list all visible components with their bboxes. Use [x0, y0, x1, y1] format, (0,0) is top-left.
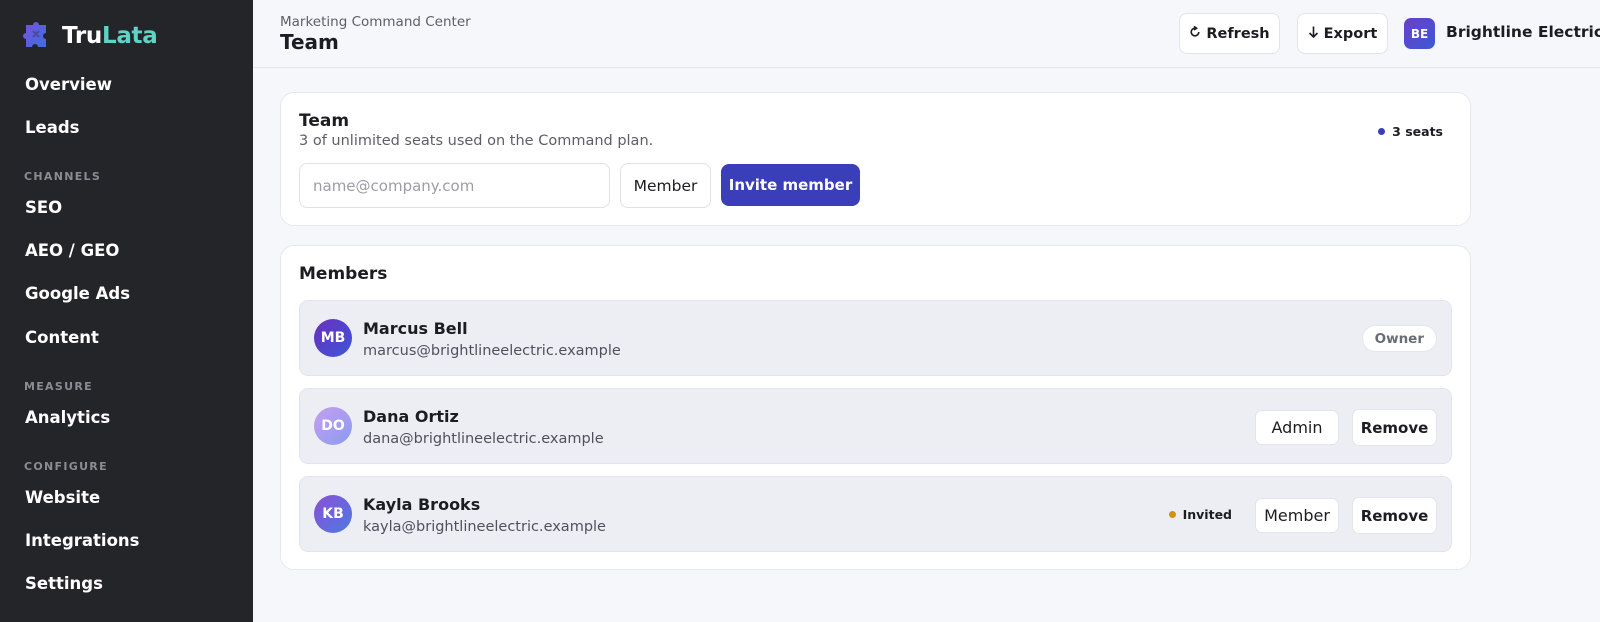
seats-label: 3 seats: [1392, 124, 1443, 139]
page-title: Team: [280, 30, 339, 54]
member-email: kayla@brightlineelectric.example: [363, 519, 606, 535]
puzzle-icon: [22, 22, 50, 50]
member-name: Marcus Bell: [363, 319, 468, 338]
sidebar-section-configure: CONFIGURE: [24, 460, 108, 473]
sidebar: TruLata Overview Leads CHANNELS SEO AEO …: [0, 0, 253, 622]
sidebar-item-settings[interactable]: Settings: [25, 574, 103, 593]
invite-role-select[interactable]: Member: [620, 163, 711, 208]
brand-name: TruLata: [62, 23, 158, 49]
invited-dot-icon: [1168, 511, 1176, 518]
member-row: DO Dana Ortiz dana@brightlineelectric.ex…: [299, 388, 1452, 464]
breadcrumb[interactable]: Marketing Command Center: [280, 14, 471, 30]
remove-member-button[interactable]: Remove: [1352, 409, 1437, 446]
avatar: DO: [314, 407, 352, 445]
invited-status: Invited: [1168, 507, 1232, 522]
export-label: Export: [1323, 25, 1378, 42]
refresh-icon: [1189, 25, 1201, 42]
seats-badge: 3 seats: [1378, 124, 1443, 139]
avatar: KB: [314, 495, 352, 533]
org-avatar[interactable]: BE: [1404, 18, 1435, 49]
sidebar-item-content[interactable]: Content: [25, 328, 99, 347]
invited-status-label: Invited: [1182, 507, 1232, 522]
member-role-select[interactable]: Member: [1255, 498, 1339, 533]
avatar: MB: [314, 319, 352, 357]
refresh-button[interactable]: Refresh: [1179, 13, 1280, 54]
invite-member-button[interactable]: Invite member: [721, 164, 860, 206]
sidebar-item-google-ads[interactable]: Google Ads: [25, 284, 130, 303]
team-card: Team 3 of unlimited seats used on the Co…: [280, 92, 1471, 226]
invite-email-input[interactable]: [299, 163, 610, 208]
sidebar-item-analytics[interactable]: Analytics: [25, 408, 110, 427]
sidebar-item-aeo-geo[interactable]: AEO / GEO: [25, 241, 119, 260]
seats-dot-icon: [1378, 128, 1386, 135]
brand-name-part1: Tru: [62, 23, 102, 49]
member-role-select[interactable]: Admin: [1255, 410, 1339, 445]
top-header: Marketing Command Center Team Refresh Ex…: [253, 0, 1600, 68]
member-email: dana@brightlineelectric.example: [363, 431, 604, 447]
brand-name-part2: Lata: [101, 23, 158, 49]
sidebar-section-channels: CHANNELS: [24, 170, 102, 183]
arrow-down-icon: [1308, 26, 1319, 42]
member-row: KB Kayla Brooks kayla@brightlineelectric…: [299, 476, 1452, 552]
member-name: Kayla Brooks: [363, 495, 481, 514]
sidebar-item-leads[interactable]: Leads: [25, 118, 79, 137]
brand-logo[interactable]: TruLata: [22, 22, 158, 50]
sidebar-item-overview[interactable]: Overview: [25, 75, 112, 94]
member-row: MB Marcus Bell marcus@brightlineelectric…: [299, 300, 1452, 376]
export-button[interactable]: Export: [1297, 13, 1388, 54]
sidebar-item-seo[interactable]: SEO: [25, 198, 62, 217]
org-name[interactable]: Brightline Electric: [1446, 23, 1600, 41]
sidebar-section-measure: MEASURE: [24, 380, 93, 393]
members-card: Members MB Marcus Bell marcus@brightline…: [280, 245, 1471, 570]
member-name: Dana Ortiz: [363, 407, 459, 426]
sidebar-item-integrations[interactable]: Integrations: [25, 531, 140, 550]
member-email: marcus@brightlineelectric.example: [363, 343, 621, 359]
members-card-title: Members: [299, 264, 388, 284]
seat-usage-text: 3 of unlimited seats used on the Command…: [299, 133, 654, 149]
refresh-label: Refresh: [1206, 25, 1270, 42]
owner-badge: Owner: [1361, 325, 1437, 352]
remove-member-button[interactable]: Remove: [1352, 497, 1437, 534]
sidebar-item-website[interactable]: Website: [25, 488, 100, 507]
team-card-title: Team: [299, 111, 350, 131]
